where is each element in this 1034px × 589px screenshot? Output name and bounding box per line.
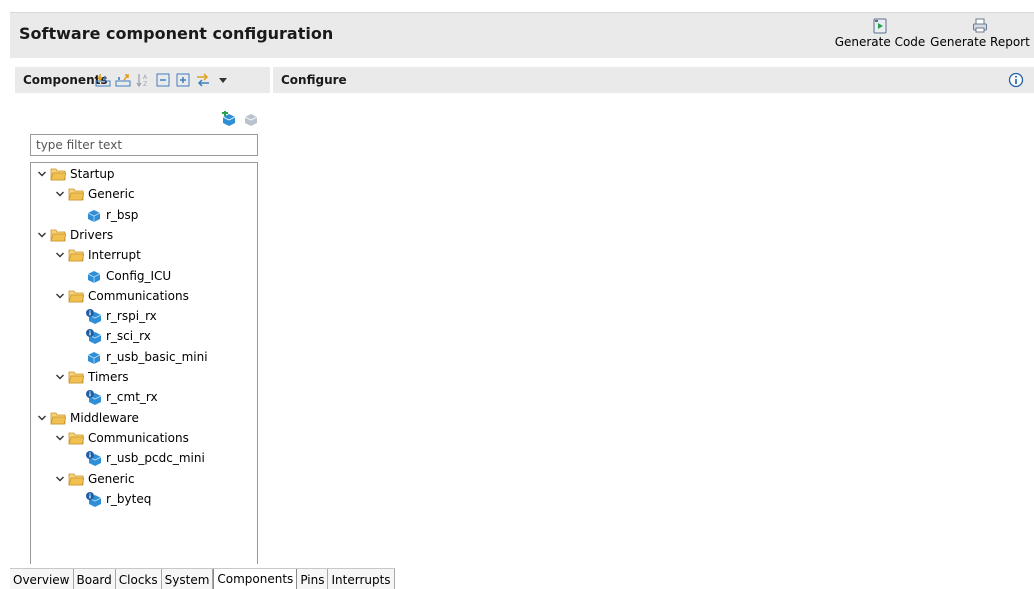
tree-component-item[interactable]: r_bsp — [71, 205, 138, 225]
tree-item-label: Drivers — [70, 227, 114, 242]
components-panel: Components AZ type filter text Startup G… — [15, 67, 270, 564]
component-info-icon — [85, 389, 103, 406]
filter-input[interactable] — [30, 134, 258, 156]
folder-open-icon — [49, 167, 67, 181]
chevron-down-icon[interactable] — [53, 291, 67, 301]
configure-panel: Configure — [273, 67, 1034, 564]
tab-board[interactable]: Board — [73, 569, 116, 589]
folder-open-icon — [67, 187, 85, 201]
folder-open-icon — [67, 431, 85, 445]
chevron-down-icon[interactable] — [35, 413, 49, 423]
tree-item-label: Communications — [88, 430, 189, 445]
tree-item-label: Interrupt — [88, 248, 141, 263]
component-info-icon — [85, 308, 103, 325]
tab-interrupts[interactable]: Interrupts — [328, 569, 395, 589]
tree-item-label: r_usb_pcdc_mini — [106, 451, 205, 466]
tab-components[interactable]: Components — [213, 569, 298, 589]
tree-component-item[interactable]: Config_ICU — [71, 266, 171, 286]
tab-clocks[interactable]: Clocks — [115, 569, 162, 589]
tree-item-label: r_usb_basic_mini — [106, 349, 208, 364]
folder-open-icon — [67, 289, 85, 303]
tree-component-item[interactable]: r_sci_rx — [71, 326, 151, 346]
tree-item-label: Startup — [70, 167, 115, 181]
folder-open-icon — [49, 228, 67, 242]
tree-folder-item[interactable]: Generic — [53, 184, 135, 204]
tab-system[interactable]: System — [161, 569, 214, 589]
export-icon[interactable] — [115, 72, 131, 88]
svg-text:Z: Z — [143, 81, 147, 88]
add-component-icon[interactable] — [221, 110, 237, 130]
chevron-down-icon[interactable] — [35, 169, 49, 179]
configure-panel-title: Configure — [281, 73, 347, 87]
tree-component-item[interactable]: r_usb_pcdc_mini — [71, 448, 205, 468]
tree-item-label: r_sci_rx — [106, 329, 151, 344]
folder-open-icon — [67, 472, 85, 486]
generate-code-icon — [873, 18, 887, 34]
component-info-icon — [85, 491, 103, 507]
tree-component-item[interactable]: r_usb_basic_mini — [71, 347, 208, 367]
folder-open-icon — [67, 248, 85, 262]
expand-all-icon[interactable] — [175, 72, 191, 88]
sort-icon[interactable]: AZ — [135, 72, 151, 88]
components-panel-header: Components AZ — [15, 67, 270, 93]
component-icon — [85, 268, 103, 284]
component-icon — [85, 349, 103, 365]
tree-folder-item[interactable]: Communications — [53, 428, 189, 448]
import-icon[interactable] — [95, 72, 111, 88]
tree-folder-item[interactable]: Timers — [53, 367, 129, 387]
tree-component-item[interactable]: r_cmt_rx — [71, 387, 158, 407]
dropdown-icon[interactable] — [215, 72, 231, 88]
chevron-down-icon[interactable] — [53, 250, 67, 260]
component-info-icon — [85, 450, 103, 467]
tree-folder-item[interactable]: Generic — [53, 469, 135, 489]
tab-overview[interactable]: Overview — [10, 569, 74, 589]
remove-component-icon[interactable] — [243, 111, 259, 130]
chevron-down-icon[interactable] — [53, 474, 67, 484]
tree-component-item[interactable]: r_byteq — [71, 489, 151, 509]
chevron-down-icon[interactable] — [53, 433, 67, 443]
folder-open-icon — [67, 370, 85, 384]
view-menu-icon[interactable] — [195, 72, 211, 88]
tree-folder-item[interactable]: Middleware — [35, 408, 139, 428]
tree-item-label: r_byteq — [106, 491, 152, 506]
collapse-all-icon[interactable] — [155, 72, 171, 88]
chevron-down-icon[interactable] — [53, 372, 67, 382]
configure-panel-header: Configure — [273, 67, 1034, 93]
tree-item-label: r_cmt_rx — [106, 390, 158, 405]
tree-item-label: Middleware — [70, 410, 139, 425]
page-title: Software component configuration — [19, 24, 334, 43]
component-info-icon — [85, 328, 103, 345]
tree-item-label: Generic — [88, 471, 135, 486]
tree-folder-item[interactable]: Startup — [35, 164, 115, 184]
tree-item-label: Generic — [88, 187, 135, 202]
svg-text:A: A — [143, 74, 148, 81]
generate-report-label: Generate Report — [930, 35, 1030, 49]
chevron-down-icon[interactable] — [35, 230, 49, 240]
info-icon[interactable] — [1008, 72, 1024, 88]
generate-code-label: Generate Code — [834, 35, 926, 49]
tree-folder-item[interactable]: Drivers — [35, 225, 113, 245]
generate-report-button[interactable]: Generate Report — [928, 17, 1032, 49]
tree-item-label: Timers — [88, 370, 129, 384]
folder-open-icon — [49, 411, 67, 425]
tree-item-label: Config_ICU — [106, 268, 172, 283]
component-icon — [85, 207, 103, 223]
editor-tabs: Overview Board Clocks System Components Pins I… — [10, 568, 395, 589]
generate-code-button[interactable]: Generate Code — [833, 17, 927, 49]
tree-item-label: Communications — [88, 288, 189, 303]
component-tree: Startup Generic r_bsp Drivers Interrupt Confi… — [30, 162, 258, 564]
chevron-down-icon[interactable] — [53, 189, 67, 199]
tab-pins[interactable]: Pins — [297, 569, 329, 589]
tree-item-label: r_bsp — [106, 207, 139, 222]
printer-icon — [973, 18, 987, 33]
editor-header: Software component configuration Generat… — [10, 12, 1034, 58]
tree-item-label: r_rspi_rx — [106, 309, 157, 324]
tree-component-item[interactable]: r_rspi_rx — [71, 306, 157, 326]
tree-folder-item[interactable]: Interrupt — [53, 245, 141, 265]
tree-folder-item[interactable]: Communications — [53, 286, 189, 306]
